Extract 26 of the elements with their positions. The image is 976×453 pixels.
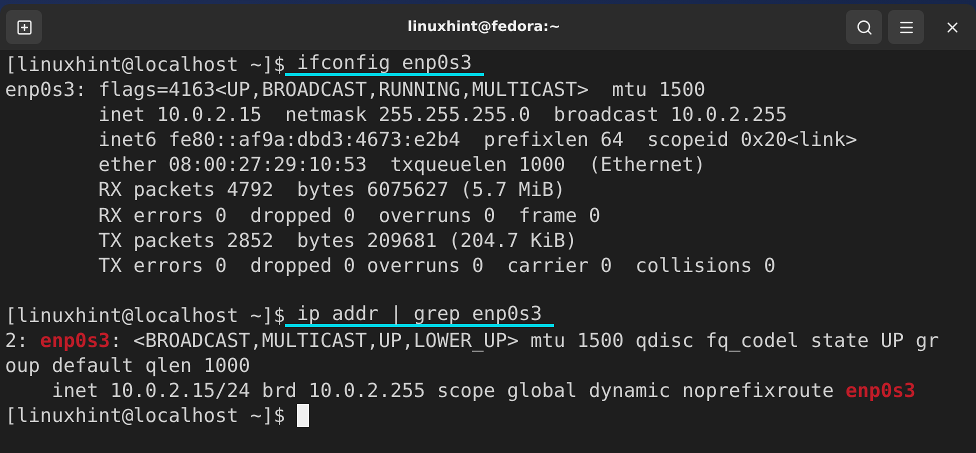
- match-highlight: enp0s3: [846, 378, 916, 404]
- match-highlight: enp0s3: [40, 328, 110, 354]
- new-tab-button[interactable]: [6, 10, 42, 44]
- window-title: linuxhint@fedora:~: [406, 19, 562, 35]
- cursor: [296, 404, 309, 428]
- output-text: 2:: [5, 328, 30, 354]
- menu-button[interactable]: [888, 10, 924, 44]
- search-button[interactable]: [846, 10, 882, 44]
- shell-prompt: [linuxhint@localhost ~]$: [5, 302, 286, 328]
- output-text: enp0s3: flags=4163<UP,BROADCAST,RUNNING,MULTICAST> mtu 1500: [5, 77, 706, 102]
- output-text: RX errors 0 dropped 0 overruns 0 frame 0: [97, 202, 600, 228]
- search-icon: [856, 18, 872, 36]
- output-text: : <BROADCAST,MULTICAST,UP,LOWER_UP> mtu 1500 qdisc fq_codel state UP gr: [110, 328, 939, 354]
- plus-square-icon: [16, 18, 32, 36]
- shell-prompt: [linuxhint@localhost ~]$: [5, 52, 286, 78]
- output-text: inet 10.0.2.15/24 brd 10.0.2.255 scope global dynamic noprefixroute: [50, 378, 835, 404]
- output-text: TX packets 2852 bytes 209681 (204.7 KiB): [97, 228, 578, 253]
- command-text: ip addr | grep enp0s3: [285, 304, 554, 327]
- output-text: inet6 fe80::af9a:dbd3:4673:e2b4 prefixlen 64 scopeid 0x20<link>: [97, 127, 858, 152]
- output-text: oup default qlen 1000: [5, 353, 250, 378]
- output-text: TX errors 0 dropped 0 overruns 0 carrier 0 collisions 0: [97, 252, 776, 278]
- output-text: ether 08:00:27:29:10:53 txqueuelen 1000 (Ethernet): [97, 152, 706, 178]
- output-text: RX packets 4792 bytes 6075627 (5.7 MiB): [97, 177, 566, 203]
- command-text: ifconfig enp0s3: [285, 53, 484, 76]
- shell-prompt: [linuxhint@localhost ~]$: [5, 403, 286, 428]
- output-text: inet 10.0.2.15 netmask 255.255.255.0 broadcast 10.0.2.255: [97, 102, 788, 128]
